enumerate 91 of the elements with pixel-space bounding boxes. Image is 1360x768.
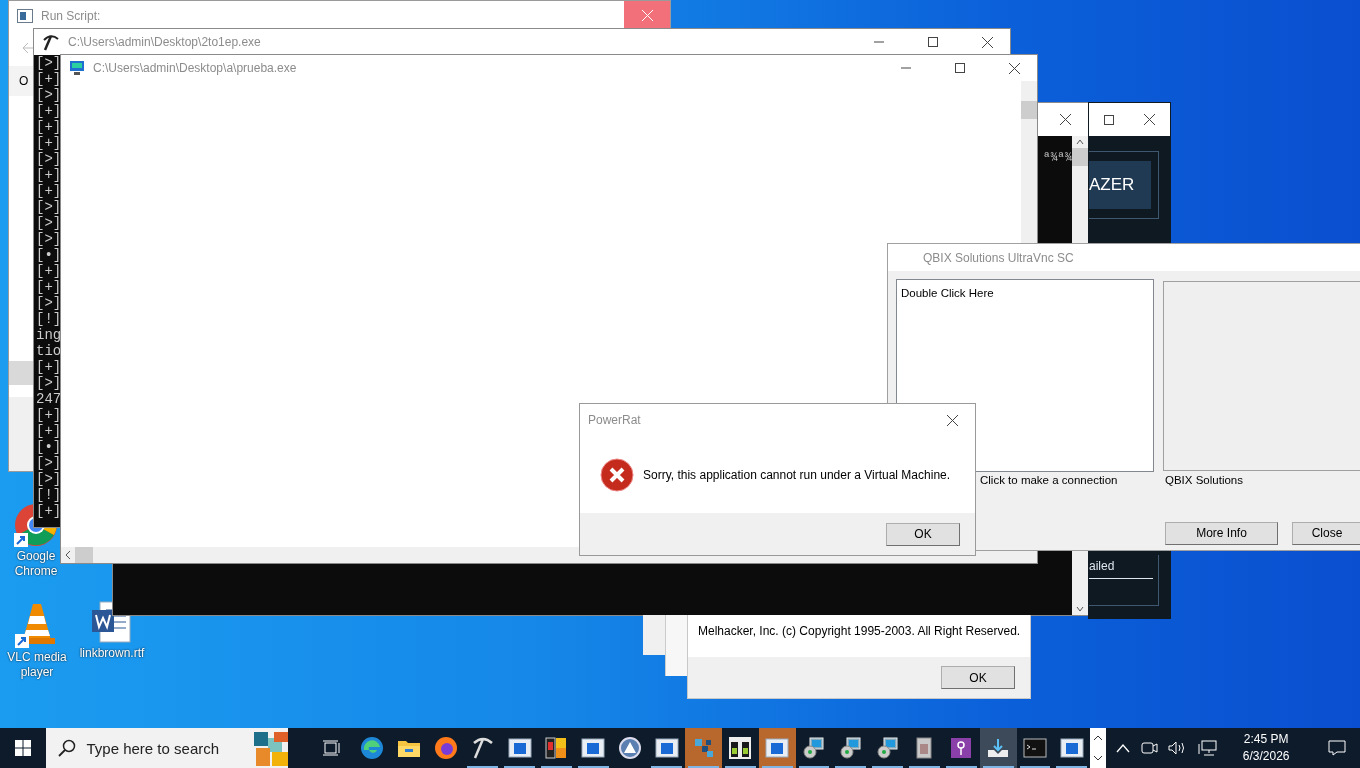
header-text: O: [19, 74, 29, 88]
app-button[interactable]: AZER: [1089, 161, 1151, 209]
console-line: [>]: [36, 215, 62, 231]
console-line: [+]: [36, 279, 62, 295]
scroll-thumb[interactable]: [1072, 148, 1088, 166]
console-line: [+]: [36, 183, 62, 199]
close-button[interactable]: Close: [1292, 521, 1360, 545]
list-item[interactable]: Double Click Here: [901, 287, 994, 299]
key-icon: [949, 736, 974, 760]
console-line: [!]: [36, 487, 62, 503]
clock-time[interactable]: 2:45 PM: [1243, 731, 1289, 748]
close-icon[interactable]: [1008, 62, 1020, 74]
console-line: [>]: [36, 455, 62, 471]
app-window-icon: [765, 736, 790, 760]
installer-icon: [875, 736, 900, 760]
app-window-icon: [581, 736, 606, 760]
console-line: [>]: [36, 471, 62, 487]
console-line: [>]: [36, 375, 62, 391]
close-icon[interactable]: [1059, 114, 1071, 125]
triangle-circle-icon: [618, 736, 642, 760]
terminal-icon: [1022, 736, 1047, 760]
scroll-thumb[interactable]: [1021, 101, 1037, 119]
close-icon[interactable]: [981, 36, 993, 48]
maximize-icon[interactable]: [928, 37, 938, 47]
binoculars-icon: [728, 736, 753, 760]
close-icon[interactable]: [946, 414, 958, 426]
download-tray-icon: [986, 736, 1011, 760]
console-line: [+]: [36, 263, 62, 279]
network-icon[interactable]: [1198, 740, 1219, 756]
app-window-icon: [654, 736, 679, 760]
chevron-up-icon[interactable]: [1116, 743, 1131, 753]
app-window-icon: [1059, 736, 1084, 760]
console-line: [>]: [36, 87, 62, 103]
console-line: [+]: [36, 103, 62, 119]
ok-button[interactable]: OK: [886, 522, 960, 546]
taskbar-app[interactable]: [979, 728, 1017, 768]
more-info-button[interactable]: More Info: [1165, 521, 1278, 545]
monitor-icon: [69, 60, 85, 76]
console-line: [+]: [36, 135, 62, 151]
copyright-text: Melhacker, Inc. (c) Copyright 1995-2003. All Right Reserved.: [698, 624, 1021, 638]
console-line: [>]: [36, 295, 62, 311]
close-icon[interactable]: [1144, 114, 1156, 125]
window-title: C:\Users\admin\Desktop\a\prueba.exe: [93, 61, 298, 75]
console-line: [+]: [36, 167, 62, 183]
maximize-icon[interactable]: [955, 63, 965, 73]
console-line: [+]: [36, 503, 62, 519]
window-title: C:\Users\admin\Desktop\2to1ep.exe: [68, 35, 262, 49]
maximize-icon[interactable]: [1104, 114, 1115, 125]
console-line: ing: [36, 327, 62, 343]
console-line: [+]: [36, 359, 62, 375]
clock-date[interactable]: 6/3/2026: [1242, 748, 1290, 765]
window-title: Run Script:: [41, 8, 102, 23]
app-window-icon: [507, 736, 532, 760]
console-line: [•]: [36, 439, 62, 455]
console-line: [!]: [36, 311, 62, 327]
installer-icon: [838, 736, 863, 760]
console-line: [•]: [36, 247, 62, 263]
window-title: PowerRat: [588, 413, 642, 427]
windows-logo-icon: [15, 740, 32, 756]
back-arrow-icon[interactable]: [21, 42, 35, 54]
swirl-icon: [360, 736, 385, 760]
console-line: [+]: [36, 71, 62, 87]
ok-button[interactable]: OK: [941, 666, 1015, 689]
task-view-icon: [322, 740, 341, 756]
scroll-thumb[interactable]: [75, 547, 93, 563]
console-line: [+]: [36, 423, 62, 439]
window-title: QBIX Solutions UltraVnc SC: [923, 250, 1075, 265]
console-line: tio: [36, 343, 62, 359]
hint-text: Click to make a connection: [980, 474, 1118, 486]
taskbar-app[interactable]: [758, 728, 796, 768]
installer-icon: [802, 736, 827, 760]
console-line: [>]: [36, 55, 62, 71]
console-line: 247: [36, 391, 62, 407]
console-line: [+]: [36, 119, 62, 135]
fox-globe-icon: [433, 736, 458, 760]
console-line: [+]: [36, 407, 62, 423]
camera-icon[interactable]: [1140, 740, 1159, 756]
search-icon: [58, 739, 77, 757]
tiles-icon: [544, 736, 569, 760]
scroll-arrows-icon[interactable]: [1090, 728, 1107, 768]
pickaxe-icon: [42, 33, 60, 51]
error-icon: [600, 457, 634, 492]
console-line: ª¾ª¾: [1043, 150, 1072, 166]
search-field[interactable]: Type here to search: [46, 728, 289, 768]
app-window-icon: [17, 8, 33, 23]
caption-text: QBIX Solutions: [1165, 474, 1243, 486]
console-line: [>]: [36, 151, 62, 167]
speech-bubble-icon: [1328, 740, 1347, 756]
console-line: [>]: [36, 199, 62, 215]
console-line: [>]: [36, 231, 62, 247]
status-text: ailed: [1089, 555, 1153, 579]
